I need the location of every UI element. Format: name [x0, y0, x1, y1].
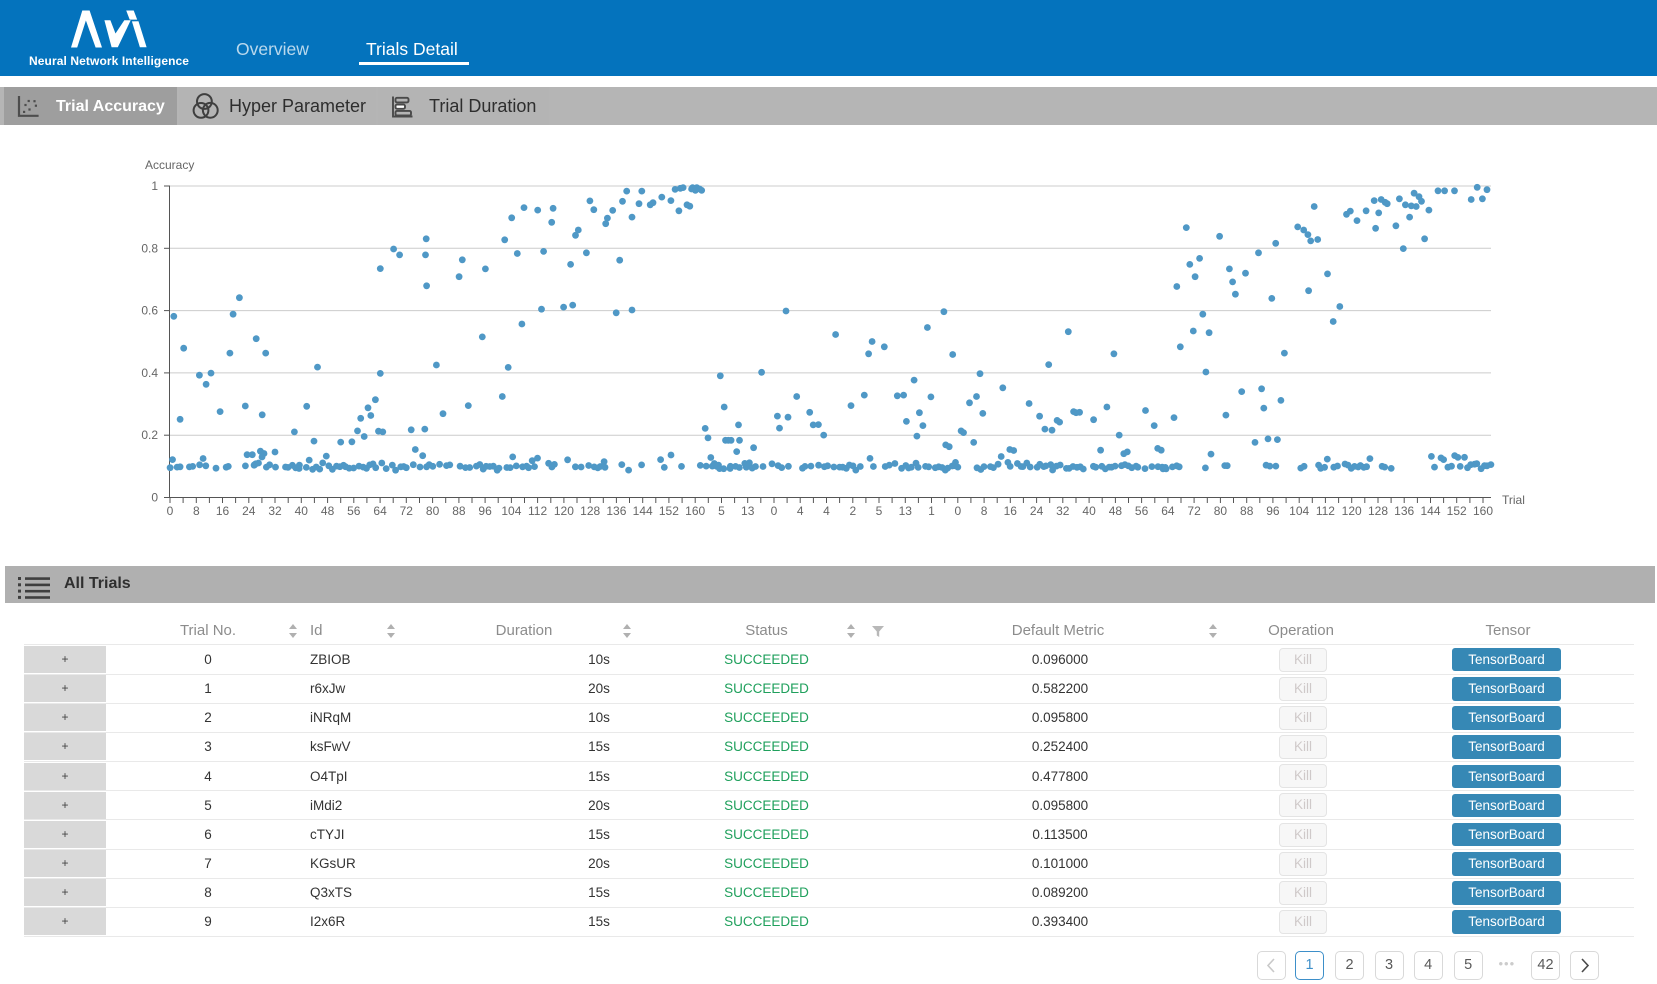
svg-text:88: 88	[452, 504, 466, 518]
svg-text:104: 104	[1289, 504, 1309, 518]
svg-text:Accuracy: Accuracy	[145, 158, 194, 172]
svg-text:32: 32	[1056, 504, 1070, 518]
svg-text:32: 32	[268, 504, 282, 518]
svg-text:72: 72	[1187, 504, 1201, 518]
svg-text:16: 16	[216, 504, 230, 518]
svg-text:1: 1	[151, 179, 158, 193]
svg-text:2: 2	[849, 504, 856, 518]
svg-text:0.8: 0.8	[141, 241, 158, 255]
svg-text:80: 80	[1214, 504, 1228, 518]
svg-text:13: 13	[741, 504, 755, 518]
svg-text:40: 40	[1082, 504, 1096, 518]
svg-text:64: 64	[1161, 504, 1175, 518]
svg-text:80: 80	[426, 504, 440, 518]
svg-text:56: 56	[347, 504, 361, 518]
svg-text:152: 152	[1447, 504, 1467, 518]
svg-text:24: 24	[242, 504, 256, 518]
svg-text:13: 13	[899, 504, 913, 518]
svg-text:104: 104	[501, 504, 521, 518]
svg-text:128: 128	[580, 504, 600, 518]
svg-text:8: 8	[981, 504, 988, 518]
svg-text:4: 4	[797, 504, 804, 518]
svg-text:112: 112	[528, 504, 547, 518]
svg-text:160: 160	[685, 504, 705, 518]
svg-text:152: 152	[659, 504, 679, 518]
svg-text:88: 88	[1240, 504, 1254, 518]
svg-text:5: 5	[718, 504, 725, 518]
svg-text:56: 56	[1135, 504, 1149, 518]
svg-text:96: 96	[478, 504, 492, 518]
svg-text:136: 136	[606, 504, 626, 518]
svg-text:0: 0	[771, 504, 778, 518]
svg-text:128: 128	[1368, 504, 1388, 518]
svg-text:16: 16	[1004, 504, 1018, 518]
svg-text:0.2: 0.2	[141, 428, 158, 442]
svg-text:5: 5	[876, 504, 883, 518]
svg-text:144: 144	[1420, 504, 1440, 518]
svg-text:40: 40	[295, 504, 309, 518]
svg-text:8: 8	[193, 504, 200, 518]
svg-text:136: 136	[1394, 504, 1414, 518]
svg-text:112: 112	[1316, 504, 1335, 518]
svg-text:144: 144	[633, 504, 653, 518]
svg-text:4: 4	[823, 504, 830, 518]
svg-text:24: 24	[1030, 504, 1044, 518]
svg-text:48: 48	[1109, 504, 1123, 518]
svg-text:120: 120	[554, 504, 574, 518]
svg-text:48: 48	[321, 504, 335, 518]
svg-text:1: 1	[928, 504, 935, 518]
svg-text:0.6: 0.6	[141, 304, 158, 318]
svg-text:64: 64	[373, 504, 387, 518]
svg-text:Trial: Trial	[1502, 493, 1525, 507]
svg-text:0: 0	[954, 504, 961, 518]
svg-text:0.4: 0.4	[141, 366, 158, 380]
svg-text:160: 160	[1473, 504, 1493, 518]
svg-text:0: 0	[151, 491, 158, 505]
svg-text:0: 0	[167, 504, 174, 518]
svg-text:96: 96	[1266, 504, 1280, 518]
svg-text:72: 72	[400, 504, 414, 518]
svg-text:120: 120	[1342, 504, 1362, 518]
